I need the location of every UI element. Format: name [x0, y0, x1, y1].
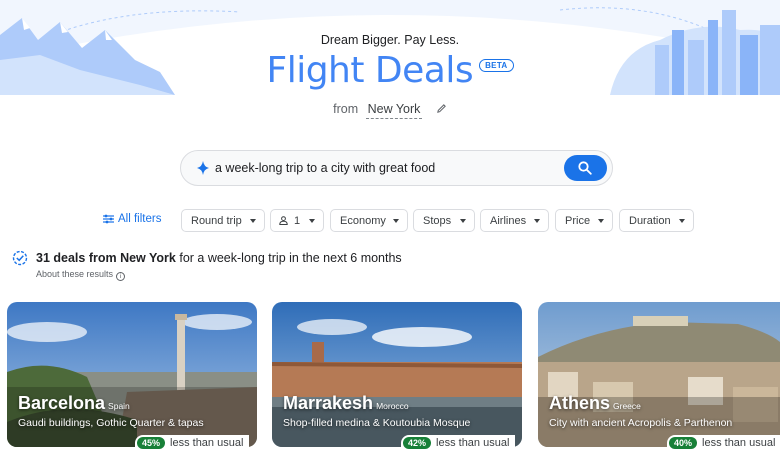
deal-card-marrakesh[interactable]: Marrakesh Morocco Shop-filled medina & Ko…: [272, 302, 522, 447]
card-city-name: Marrakesh Morocco: [283, 393, 409, 413]
duration-dropdown[interactable]: Duration: [619, 209, 694, 232]
card-description: Shop-filled medina & Koutoubia Mosque: [283, 417, 471, 429]
deal-card-barcelona[interactable]: Barcelona Spain Gaudi buildings, Gothic Q…: [7, 302, 257, 447]
sparkle-icon: [197, 161, 209, 180]
from-label: from: [333, 102, 359, 116]
hero-banner: Dream Bigger. Pay Less. Flight Deals BETA: [0, 0, 780, 95]
card-description: City with ancient Acropolis & Parthenon: [549, 417, 733, 429]
deal-badge-athens: 40% less than usual: [667, 435, 780, 450]
search-input[interactable]: a week-long trip to a city with great fo…: [215, 161, 435, 175]
caret-down-icon: [250, 219, 256, 223]
stops-dropdown[interactable]: Stops: [413, 209, 475, 232]
search-icon: [578, 161, 592, 175]
all-filters-button[interactable]: All filters: [103, 213, 161, 225]
about-results-link[interactable]: About these results i: [36, 269, 126, 281]
caret-down-icon: [598, 219, 604, 223]
caret-down-icon: [460, 219, 466, 223]
deal-badge-marrakesh: 42% less than usual: [401, 435, 516, 450]
card-city-name: Barcelona Spain: [18, 393, 130, 413]
trip-type-dropdown[interactable]: Round trip: [181, 209, 265, 232]
passengers-dropdown[interactable]: 1: [270, 209, 324, 232]
cabin-class-dropdown[interactable]: Economy: [330, 209, 408, 232]
results-count: 31 deals from New York for a week-long t…: [36, 251, 402, 265]
info-icon: i: [116, 272, 126, 281]
deal-badge-barcelona: 45% less than usual: [135, 435, 250, 450]
page-title: Flight Deals: [266, 50, 474, 91]
price-dropdown[interactable]: Price: [555, 209, 613, 232]
origin-selector: from New York: [0, 102, 780, 119]
origin-city[interactable]: New York: [365, 102, 423, 119]
search-button[interactable]: [564, 155, 607, 181]
deal-card-athens[interactable]: Athens Greece City with ancient Acropolis…: [538, 302, 780, 447]
edit-pencil-icon[interactable]: [436, 103, 447, 117]
beta-badge: BETA: [479, 59, 514, 72]
caret-down-icon: [679, 219, 685, 223]
person-icon: [279, 216, 288, 225]
hero-tagline: Dream Bigger. Pay Less.: [320, 33, 460, 47]
caret-down-icon: [534, 219, 540, 223]
card-city-name: Athens Greece: [549, 393, 641, 413]
caret-down-icon: [393, 219, 399, 223]
card-description: Gaudi buildings, Gothic Quarter & tapas: [18, 417, 204, 429]
caret-down-icon: [309, 219, 315, 223]
search-bar[interactable]: a week-long trip to a city with great fo…: [180, 150, 613, 186]
airlines-dropdown[interactable]: Airlines: [480, 209, 549, 232]
filter-sliders-icon: [103, 214, 114, 224]
filter-bar: All filters Round trip 1 Economy Stops A…: [0, 209, 780, 232]
check-badge-icon: [12, 250, 28, 271]
